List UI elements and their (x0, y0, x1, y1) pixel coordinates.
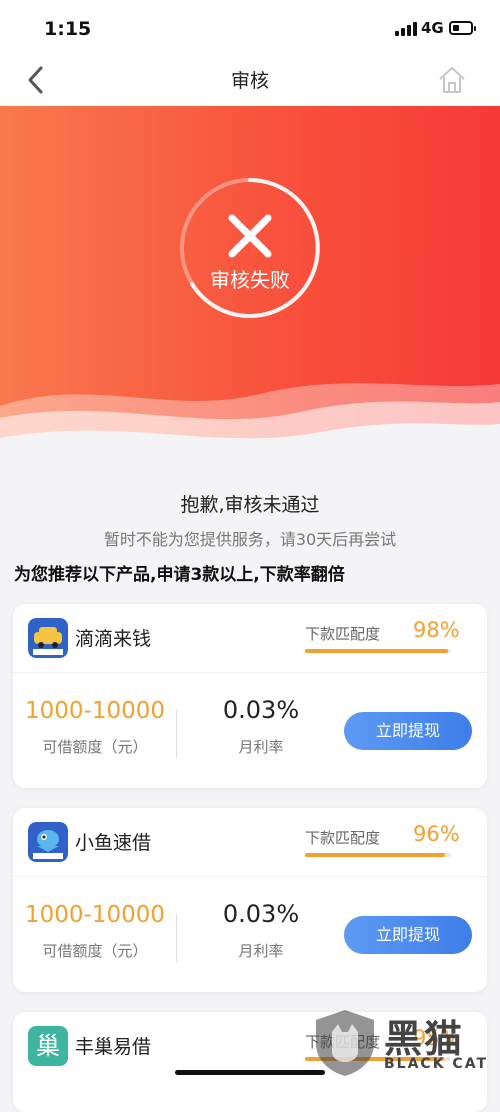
wave-decoration (0, 383, 500, 466)
nav-bar: 审核 (0, 56, 500, 106)
separator (176, 710, 177, 758)
watermark-text: 黑猫 (384, 1017, 465, 1061)
car-app-icon (28, 618, 68, 658)
match-bar (305, 853, 451, 857)
result-banner: 审核失败 (0, 106, 500, 466)
product-name: 滴滴来钱 (75, 628, 152, 650)
home-button[interactable] (436, 64, 468, 96)
match-percent: 98% (413, 618, 460, 642)
watermark: 黑猫 BLACK CAT (308, 1006, 498, 1080)
signal-icon (395, 22, 417, 36)
divider (13, 672, 487, 673)
match-percent: 96% (413, 822, 460, 846)
watermark-subtext: BLACK CAT (384, 1056, 488, 1072)
match-bar-fill (305, 649, 449, 653)
cat-shield-icon (316, 1010, 374, 1076)
match-bar (305, 649, 451, 653)
monthly-rate: 0.03% (222, 900, 300, 928)
match-label: 下款匹配度 (305, 625, 381, 643)
loan-amount-label: 可借额度（元） (42, 942, 148, 960)
loan-amount: 1000-10000 (25, 902, 165, 928)
network-label: 4G (421, 19, 444, 37)
result-subtitle: 暂时不能为您提供服务，请30天后再尝试 (103, 530, 397, 549)
divider (13, 876, 487, 877)
result-title: 抱歉,审核未通过 (180, 494, 320, 516)
page-title: 审核 (230, 70, 269, 92)
monthly-rate-label: 月利率 (238, 738, 284, 756)
product-name: 丰巢易借 (75, 1036, 152, 1058)
product-card[interactable]: 小鱼速借 下款匹配度 96% 1000-10000 可借额度（元） 0.03% … (13, 808, 487, 992)
loan-amount-label: 可借额度（元） (42, 738, 148, 756)
recommend-heading: 为您推荐以下产品,申请3款以上,下款率翻倍 (14, 565, 345, 585)
monthly-rate: 0.03% (222, 696, 300, 724)
separator (176, 914, 177, 962)
home-indicator (175, 1070, 325, 1075)
result-status-text: 审核失败 (210, 268, 290, 292)
status-time: 1:15 (44, 18, 92, 40)
monthly-rate-label: 月利率 (238, 942, 284, 960)
fish-app-icon (28, 822, 68, 862)
product-card[interactable]: 滴滴来钱 下款匹配度 98% 1000-10000 可借额度（元） 0.03% … (13, 604, 487, 788)
match-bar-fill (305, 853, 446, 857)
status-bar: 1:15 4G (0, 0, 500, 56)
loan-amount: 1000-10000 (25, 698, 165, 724)
withdraw-button[interactable]: 立即提现 (344, 916, 472, 954)
battery-icon (449, 21, 476, 35)
withdraw-button[interactable]: 立即提现 (344, 712, 472, 750)
home-icon (439, 67, 465, 93)
match-label: 下款匹配度 (305, 829, 381, 847)
product-name: 小鱼速借 (75, 832, 152, 854)
nest-app-icon: 巢 (28, 1026, 68, 1066)
close-x-icon (228, 214, 272, 258)
